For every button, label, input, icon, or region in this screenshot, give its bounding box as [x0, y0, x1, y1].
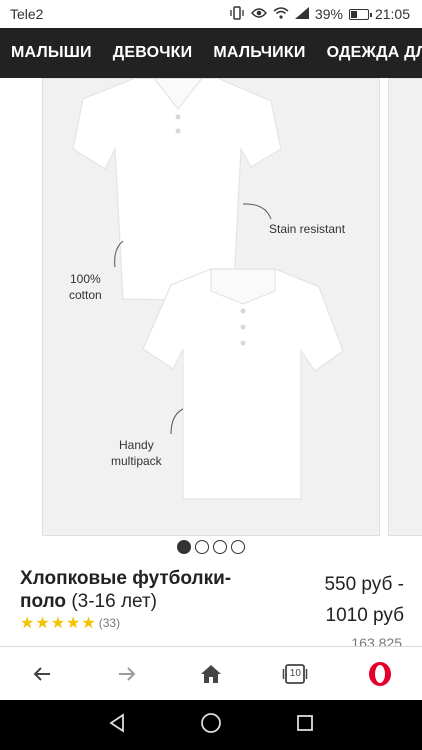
status-bar: Tele2 39% 21:05 — [0, 0, 422, 28]
category-item-babies[interactable]: МАЛЫШИ — [11, 44, 92, 62]
product-rating[interactable]: ★ ★ ★ ★ ★ (33) — [20, 613, 120, 633]
android-home-button[interactable] — [200, 712, 222, 739]
status-icons: 39% 21:05 — [229, 5, 410, 23]
forward-button[interactable] — [107, 654, 147, 694]
home-icon — [200, 664, 221, 683]
product-price: 550 руб - 1010 руб — [324, 574, 404, 626]
star-icon: ★ — [50, 615, 66, 632]
triangle-back-icon — [109, 712, 124, 733]
star-icon: ★ — [35, 615, 50, 632]
android-nav-bar — [0, 700, 422, 750]
home-button[interactable] — [191, 654, 231, 694]
opera-logo-icon — [368, 661, 391, 686]
browser-toolbar: 10 — [0, 646, 422, 700]
star-icon: ★ — [20, 615, 35, 632]
carrier-label: Tele2 — [10, 6, 44, 22]
arrow-left-icon — [33, 666, 51, 681]
eye-icon — [250, 6, 267, 22]
star-icon: ★ — [66, 615, 81, 632]
annotation-cotton: 100% cotton — [69, 272, 102, 303]
opera-menu-button[interactable] — [360, 654, 400, 694]
annotation-stain-resistant: Stain resistant — [269, 222, 346, 236]
vibrate-icon — [229, 5, 245, 23]
gallery-pagination — [0, 540, 422, 554]
star-icon: ★ — [81, 615, 96, 632]
tabs-button[interactable]: 10 — [275, 654, 315, 694]
wifi-icon — [273, 6, 289, 22]
battery-icon — [348, 8, 372, 20]
android-back-button[interactable] — [107, 712, 127, 738]
pagination-dot[interactable] — [195, 540, 209, 554]
category-item-girls[interactable]: ДЕВОЧКИ — [113, 44, 193, 62]
product-photo[interactable]: Stain resistant 100% cotton Handy multip… — [42, 78, 380, 536]
pagination-dot[interactable] — [231, 540, 245, 554]
next-photo-peek[interactable] — [388, 78, 422, 536]
square-recents-icon — [297, 714, 314, 731]
back-button[interactable] — [22, 654, 62, 694]
review-count: (33) — [98, 616, 121, 630]
battery-percent: 39% — [314, 6, 343, 22]
circle-home-icon — [201, 712, 221, 733]
product-title[interactable]: Хлопковые футболки-поло (3-16 лет) — [20, 567, 270, 613]
category-nav: МАЛЫШИ ДЕВОЧКИ МАЛЬЧИКИ ОДЕЖДА ДЛ — [0, 28, 422, 78]
tabs-count: 10 — [289, 667, 301, 679]
signal-icon — [294, 6, 309, 22]
pagination-dot[interactable] — [177, 540, 191, 554]
pagination-dot[interactable] — [213, 540, 227, 554]
category-item-boys[interactable]: МАЛЬЧИКИ — [213, 44, 305, 62]
clock: 21:05 — [374, 6, 410, 22]
annotation-multipack: Handy multipack — [111, 438, 162, 469]
product-gallery[interactable]: Stain resistant 100% cotton Handy multip… — [0, 78, 422, 538]
category-item-clothing[interactable]: ОДЕЖДА ДЛ — [327, 44, 422, 62]
android-recents-button[interactable] — [295, 713, 315, 738]
arrow-right-icon — [118, 666, 135, 681]
polo-shirts-illustration — [72, 79, 344, 500]
